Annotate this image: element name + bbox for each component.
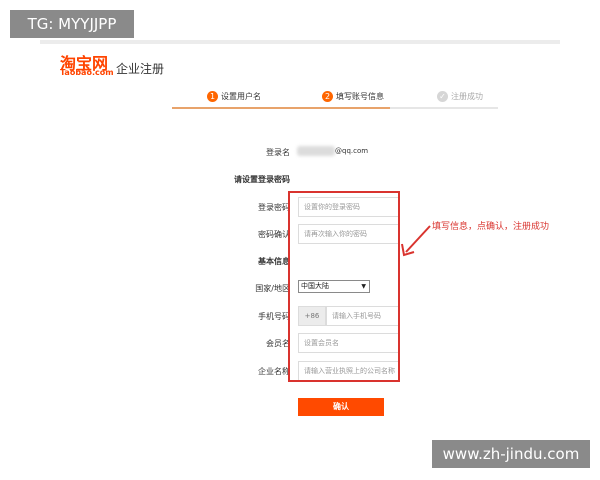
check-icon: ✓ — [437, 91, 448, 102]
confirm-button[interactable]: 确认 — [298, 398, 384, 416]
page-title: 企业注册 — [116, 62, 165, 76]
annotation-arrow-icon — [401, 225, 431, 257]
basic-info-heading: 基本信息 — [258, 257, 290, 266]
login-name-value: @qq.com — [335, 147, 369, 155]
step-number: 1 — [207, 91, 218, 102]
password-label: 登录密码 — [258, 203, 290, 212]
email-redacted — [297, 146, 335, 156]
step-set-username: 1 设置用户名 — [207, 91, 261, 102]
top-divider — [40, 40, 560, 44]
progress-line-active — [172, 107, 390, 109]
step-register-success: ✓ 注册成功 — [437, 91, 483, 102]
highlight-box — [288, 191, 400, 382]
progress-line-inactive — [390, 107, 498, 109]
step-number: 2 — [322, 91, 333, 102]
region-label: 国家/地区 — [255, 284, 290, 293]
taobao-logo[interactable]: 淘宝网 Taobao.com — [60, 50, 120, 80]
company-name-label: 企业名称 — [258, 367, 290, 376]
password-section-heading: 请设置登录密码 — [234, 175, 290, 184]
annotation-text: 填写信息，点确认，注册成功 — [432, 222, 550, 232]
member-name-label: 会员名 — [266, 339, 290, 348]
watermark-top: TG: MYYJJPP — [10, 10, 134, 38]
step-fill-account-info: 2 填写账号信息 — [322, 91, 384, 102]
watermark-bottom: www.zh-jindu.com — [432, 440, 590, 468]
step-label: 注册成功 — [451, 92, 483, 101]
confirm-password-label: 密码确认 — [258, 230, 290, 239]
step-label: 填写账号信息 — [336, 92, 384, 101]
login-name-label: 登录名 — [266, 148, 290, 157]
logo-sub-text: Taobao.com — [60, 68, 114, 77]
step-label: 设置用户名 — [221, 92, 261, 101]
phone-label: 手机号码 — [258, 312, 290, 321]
